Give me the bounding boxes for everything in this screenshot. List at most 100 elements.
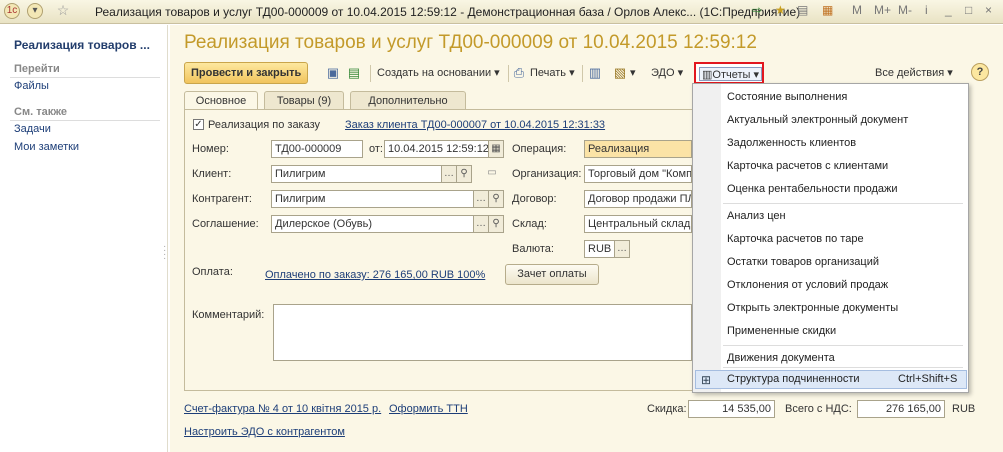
app-logo-icon[interactable]: 1c [4,3,20,19]
edo-menu[interactable]: ЭДО ▾ [651,66,683,79]
contract-field[interactable]: Договор продажи ПЛ [584,190,692,208]
menu-item-document-movements[interactable]: Движения документа [727,352,835,364]
info-button[interactable]: i [925,3,928,17]
agreement-field[interactable]: Дилерское (Обувь) [271,215,474,233]
contract-label: Договор: [512,193,557,205]
memory-m-button[interactable]: M [852,3,862,17]
total-currency-label: RUB [952,403,976,415]
client-select-button[interactable]: … [441,165,457,183]
sidebar-item-tasks[interactable]: Задачи [14,123,51,135]
subordination-structure-label: Структура подчиненности [727,373,860,385]
nav-forward-icon[interactable]: ⇨ [752,3,762,17]
sidebar-section-see-also: См. также [14,106,67,118]
history-icon[interactable]: ▤ [797,3,808,17]
menu-item-org-stock-balance[interactable]: Остатки товаров организаций [727,256,879,268]
help-icon[interactable]: ? [971,63,989,81]
printer-icon[interactable]: ⎙ [511,65,527,81]
menu-item-actual-edoc[interactable]: Актуальный электронный документ [727,114,908,126]
warehouse-label: Склад: [512,218,547,230]
currency-select-button[interactable]: … [614,240,630,258]
tab-main[interactable]: Основное [184,91,258,110]
organization-field[interactable]: Торговый дом "Комп [584,165,692,183]
memory-minus-button[interactable]: M- [898,3,912,17]
print-menu[interactable]: Печать ▾ [530,66,575,79]
create-ttn-link[interactable]: Оформить ТТН [389,403,468,415]
menu-item-tare-settlements-card[interactable]: Карточка расчетов по таре [727,233,864,245]
sidebar-divider [10,77,160,78]
counterparty-search-icon[interactable]: ⚲ [488,190,504,208]
toolbar-divider [370,65,371,82]
menu-item-open-edocs[interactable]: Открыть электронные документы [727,302,898,314]
reports-menu-button[interactable]: ▥Отчеты ▾ [694,62,764,84]
warehouse-field[interactable]: Центральный склад [584,215,692,233]
splitter-grip-icon[interactable]: · · · · [163,242,166,264]
menu-icon-gutter [693,84,721,392]
menu-item-subordination-structure[interactable]: ⊞ Структура подчиненности Ctrl+Shift+S [695,370,967,389]
close-button[interactable]: × [985,3,992,17]
client-label: Клиент: [192,168,232,180]
calendar-icon[interactable]: ▦ [822,3,833,17]
menu-item-execution-status[interactable]: Состояние выполнения [727,91,847,103]
edo-label: ЭДО [651,67,675,79]
sidebar-item-files[interactable]: Файлы [14,80,49,92]
all-actions-label: Все действия [875,67,945,79]
tab-goods[interactable]: Товары (9) [264,91,344,110]
menu-item-price-analysis[interactable]: Анализ цен [727,210,786,222]
agreement-search-icon[interactable]: ⚲ [488,215,504,233]
client-search-icon[interactable]: ⚲ [456,165,472,183]
create-based-on-menu[interactable]: Создать на основании ▾ [377,66,500,79]
attachments-dropdown-arrow[interactable]: ▾ [630,66,636,79]
create-based-on-label: Создать на основании [377,67,492,79]
print-label: Печать [530,67,567,79]
agreement-select-button[interactable]: … [473,215,489,233]
favorite-star-icon[interactable]: ☆ [55,3,71,19]
counterparty-field[interactable]: Пилигрим [271,190,474,208]
comment-textarea[interactable] [273,304,692,361]
menu-item-client-settlements-card[interactable]: Карточка расчетов с клиентами [727,160,888,172]
journal-icon[interactable]: ▥ [587,65,603,81]
order-link[interactable]: Заказ клиента ТД00-000007 от 10.04.2015 … [345,119,605,131]
discount-field: 14 535,00 [688,400,775,418]
all-actions-menu[interactable]: Все действия ▾ [875,66,953,79]
operation-label: Операция: [512,143,567,155]
date-field[interactable]: 10.04.2015 12:59:12 [384,140,489,158]
counterparty-select-button[interactable]: … [473,190,489,208]
minimize-button[interactable]: _ [945,3,952,17]
counterparty-label: Контрагент: [192,193,252,205]
date-label: от: [369,143,383,155]
menu-item-sales-deviations[interactable]: Отклонения от условий продаж [727,279,888,291]
operation-field[interactable]: Реализация [584,140,692,158]
favorites-icon[interactable]: ★ [775,3,786,17]
toolbar-divider [508,65,509,82]
by-order-checkbox[interactable]: ✓ [193,119,204,130]
subordination-structure-shortcut: Ctrl+Shift+S [898,373,958,385]
post-icon[interactable]: ▤ [346,65,362,81]
sidebar-item-notes[interactable]: Мои заметки [14,141,79,153]
menu-item-client-debt[interactable]: Задолженность клиентов [727,137,856,149]
payment-offset-button[interactable]: Зачет оплаты [505,264,599,285]
calendar-picker-icon[interactable]: ▦ [488,140,504,158]
window-titlebar: 1c ▾ ☆ Реализация товаров и услуг ТД00-0… [0,0,1003,24]
number-label: Номер: [192,143,229,155]
currency-label: Валюта: [512,243,554,255]
maximize-button[interactable]: □ [965,3,972,17]
client-card-icon[interactable]: ▭ [482,165,502,183]
payment-link[interactable]: Оплачено по заказу: 276 165,00 RUB 100% [265,269,485,281]
invoice-link[interactable]: Счет-фактура № 4 от 10 квітня 2015 р. [184,403,381,415]
client-field[interactable]: Пилигрим [271,165,442,183]
sidebar-section-go: Перейти [14,63,60,75]
menu-item-sale-profitability[interactable]: Оценка рентабельности продажи [727,183,898,195]
attachments-icon[interactable]: ▧ [612,65,628,81]
page-title: Реализация товаров и услуг ТД00-000009 о… [184,32,757,53]
save-icon[interactable]: ▣ [325,65,341,81]
memory-plus-button[interactable]: M+ [874,3,891,17]
tab-additional[interactable]: Дополнительно [350,91,466,110]
edo-setup-link[interactable]: Настроить ЭДО с контрагентом [184,426,345,438]
reports-menu-inner[interactable]: ▥Отчеты ▾ [699,67,762,81]
toolbar-divider [582,65,583,82]
currency-field[interactable]: RUB [584,240,615,258]
main-menu-icon[interactable]: ▾ [27,3,43,19]
post-and-close-button[interactable]: Провести и закрыть [184,62,309,84]
menu-item-applied-discounts[interactable]: Примененные скидки [727,325,836,337]
number-field[interactable]: ТД00-000009 [271,140,363,158]
